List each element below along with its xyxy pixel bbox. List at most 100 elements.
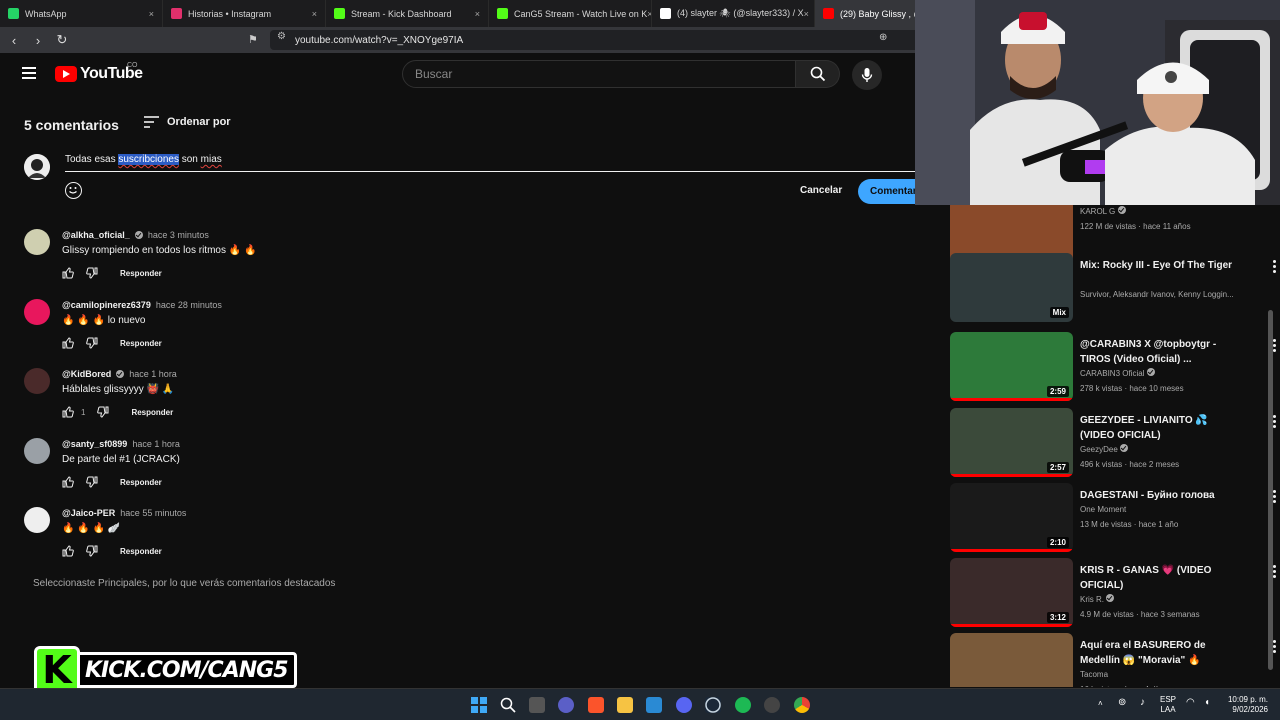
related-video-item[interactable]: 2:57 GEEZYDEE - LIVIANITO 💦 (VIDEO OFICIA… bbox=[950, 408, 1280, 478]
sidebar-scrollbar[interactable] bbox=[1268, 310, 1273, 670]
video-more-icon[interactable] bbox=[1273, 415, 1277, 430]
video-more-icon[interactable] bbox=[1273, 640, 1277, 655]
zoom-icon[interactable]: ⊕ bbox=[879, 32, 887, 43]
steam-icon[interactable] bbox=[705, 697, 721, 713]
comment-input[interactable]: Todas esas suscribciones son mias bbox=[65, 154, 222, 165]
reply-button[interactable]: Responder bbox=[131, 408, 173, 417]
comment-time[interactable]: hace 28 minutos bbox=[156, 300, 222, 310]
reply-button[interactable]: Responder bbox=[120, 547, 162, 556]
bookmark-icon[interactable]: ⚑ bbox=[248, 33, 258, 46]
video-channel[interactable]: CARABIN3 Oficial bbox=[1080, 367, 1160, 381]
tray-chevron-icon[interactable]: ˄ bbox=[1098, 699, 1103, 709]
related-video-item[interactable]: Aquí era el BASURERO de Medellín 😱 "Mora… bbox=[950, 633, 1280, 687]
video-thumbnail[interactable]: Mix bbox=[950, 253, 1073, 322]
video-channel[interactable]: GeezyDee bbox=[1080, 443, 1133, 457]
related-video-item[interactable]: 2:10 DAGESTANI - Буйно голова One Moment 13… bbox=[950, 483, 1280, 553]
video-channel[interactable]: Tacoma bbox=[1080, 668, 1108, 682]
obs-icon[interactable] bbox=[764, 697, 780, 713]
reply-button[interactable]: Responder bbox=[120, 478, 162, 487]
dislike-icon[interactable] bbox=[86, 337, 98, 349]
comment-author[interactable]: @Jaico-PER bbox=[62, 508, 115, 518]
comment-time[interactable]: hace 1 hora bbox=[129, 369, 177, 379]
clock[interactable]: 10:09 p. m. 9/02/2026 bbox=[1226, 695, 1268, 715]
like-icon[interactable] bbox=[62, 267, 74, 279]
site-info-icon[interactable]: ⚙ bbox=[277, 31, 286, 42]
file-explorer-icon[interactable] bbox=[617, 697, 633, 713]
video-thumbnail[interactable] bbox=[950, 633, 1073, 687]
address-bar[interactable]: youtube.com/watch?v=_XNOYge97IA bbox=[270, 30, 915, 50]
video-thumbnail[interactable]: 2:59 bbox=[950, 332, 1073, 401]
tab-close-icon[interactable]: × bbox=[804, 9, 809, 19]
tab-close-icon[interactable]: × bbox=[475, 9, 480, 19]
comment-avatar[interactable] bbox=[24, 299, 50, 325]
back-icon[interactable]: ‹ bbox=[4, 33, 24, 48]
video-title[interactable]: @CARABIN3 X @topboytgr - TIROS (Video Of… bbox=[1080, 337, 1240, 367]
video-channel[interactable]: One Moment bbox=[1080, 503, 1126, 517]
comment-time[interactable]: hace 3 minutos bbox=[148, 230, 209, 240]
browser-tab[interactable]: CanG5 Stream - Watch Live on K × bbox=[489, 0, 652, 27]
reply-button[interactable]: Responder bbox=[120, 269, 162, 278]
related-video-item[interactable]: 2:59 @CARABIN3 X @topboytgr - TIROS (Vide… bbox=[950, 332, 1280, 402]
menu-icon[interactable] bbox=[22, 67, 36, 79]
volume-icon[interactable]: ◖ bbox=[1204, 698, 1210, 708]
comment-avatar[interactable] bbox=[24, 507, 50, 533]
dislike-icon[interactable] bbox=[97, 406, 109, 418]
discord-icon[interactable] bbox=[676, 697, 692, 713]
tab-close-icon[interactable]: × bbox=[312, 9, 317, 19]
tray-app-icon[interactable]: ⊚ bbox=[1118, 698, 1126, 708]
emoji-icon[interactable] bbox=[65, 182, 82, 199]
browser-tab[interactable]: (4) slayter 🕷 (@slayter333) / X × bbox=[652, 0, 815, 27]
wifi-icon[interactable]: ◠ bbox=[1186, 698, 1195, 708]
reply-button[interactable]: Responder bbox=[120, 339, 162, 348]
task-view-icon[interactable] bbox=[529, 697, 545, 713]
like-icon[interactable] bbox=[62, 406, 74, 418]
taskbar-search-icon[interactable] bbox=[500, 697, 516, 713]
like-icon[interactable] bbox=[62, 337, 74, 349]
teams-icon[interactable] bbox=[558, 697, 574, 713]
forward-icon[interactable]: › bbox=[28, 33, 48, 48]
browser-tab[interactable]: Stream - Kick Dashboard × bbox=[326, 0, 489, 27]
language-indicator[interactable]: ESP LAA bbox=[1160, 695, 1176, 715]
video-channel[interactable]: Survivor, Aleksandr Ivanov, Kenny Loggin… bbox=[1080, 288, 1234, 302]
comment-time[interactable]: hace 1 hora bbox=[132, 439, 180, 449]
comment-author[interactable]: @KidBored bbox=[62, 369, 111, 379]
video-more-icon[interactable] bbox=[1273, 339, 1277, 354]
video-title[interactable]: Aquí era el BASURERO de Medellín 😱 "Mora… bbox=[1080, 638, 1240, 668]
reload-icon[interactable]: ↻ bbox=[52, 32, 72, 48]
dislike-icon[interactable] bbox=[86, 476, 98, 488]
video-more-icon[interactable] bbox=[1273, 260, 1277, 275]
comment-avatar[interactable] bbox=[24, 229, 50, 255]
comment-time[interactable]: hace 55 minutos bbox=[120, 508, 186, 518]
video-title[interactable]: GEEZYDEE - LIVIANITO 💦 (VIDEO OFICIAL) bbox=[1080, 413, 1240, 443]
video-more-icon[interactable] bbox=[1273, 565, 1277, 580]
tray-mic-icon[interactable]: ♪ bbox=[1140, 698, 1145, 708]
video-title[interactable]: DAGESTANI - Буйно голова bbox=[1080, 488, 1240, 503]
spotify-icon[interactable] bbox=[735, 697, 751, 713]
like-icon[interactable] bbox=[62, 476, 74, 488]
tab-close-icon[interactable]: × bbox=[149, 9, 154, 19]
video-title[interactable]: Mix: Rocky III - Eye Of The Tiger bbox=[1080, 258, 1240, 273]
microsoft-store-icon[interactable] bbox=[646, 697, 662, 713]
browser-tab[interactable]: WhatsApp × bbox=[0, 0, 163, 27]
voice-search-button[interactable] bbox=[852, 60, 882, 90]
comment-avatar[interactable] bbox=[24, 368, 50, 394]
brave-browser-icon[interactable] bbox=[588, 697, 604, 713]
video-channel[interactable]: Kris R. bbox=[1080, 593, 1119, 607]
dislike-icon[interactable] bbox=[86, 267, 98, 279]
related-video-item[interactable]: Mix Mix: Rocky III - Eye Of The Tiger Surv… bbox=[950, 253, 1280, 323]
search-input[interactable]: Buscar bbox=[402, 60, 796, 88]
video-thumbnail[interactable]: 2:10 bbox=[950, 483, 1073, 552]
like-icon[interactable] bbox=[62, 545, 74, 557]
windows-start-icon[interactable] bbox=[471, 697, 487, 713]
related-video-item[interactable]: 3:12 KRIS R - GANAS 💗 (VIDEO OFICIAL) Kris… bbox=[950, 558, 1280, 628]
dislike-icon[interactable] bbox=[86, 545, 98, 557]
cancel-button[interactable]: Cancelar bbox=[800, 185, 842, 196]
comment-author[interactable]: @alkha_oficial_ bbox=[62, 230, 130, 240]
chrome-icon[interactable] bbox=[794, 697, 810, 713]
comment-author[interactable]: @camilopinerez6379 bbox=[62, 300, 151, 310]
sort-by-button[interactable]: Ordenar por bbox=[144, 116, 231, 128]
video-more-icon[interactable] bbox=[1273, 490, 1277, 505]
comment-avatar[interactable] bbox=[24, 438, 50, 464]
video-channel[interactable]: KAROL G bbox=[1080, 205, 1131, 219]
comment-author[interactable]: @santy_sf0899 bbox=[62, 439, 127, 449]
